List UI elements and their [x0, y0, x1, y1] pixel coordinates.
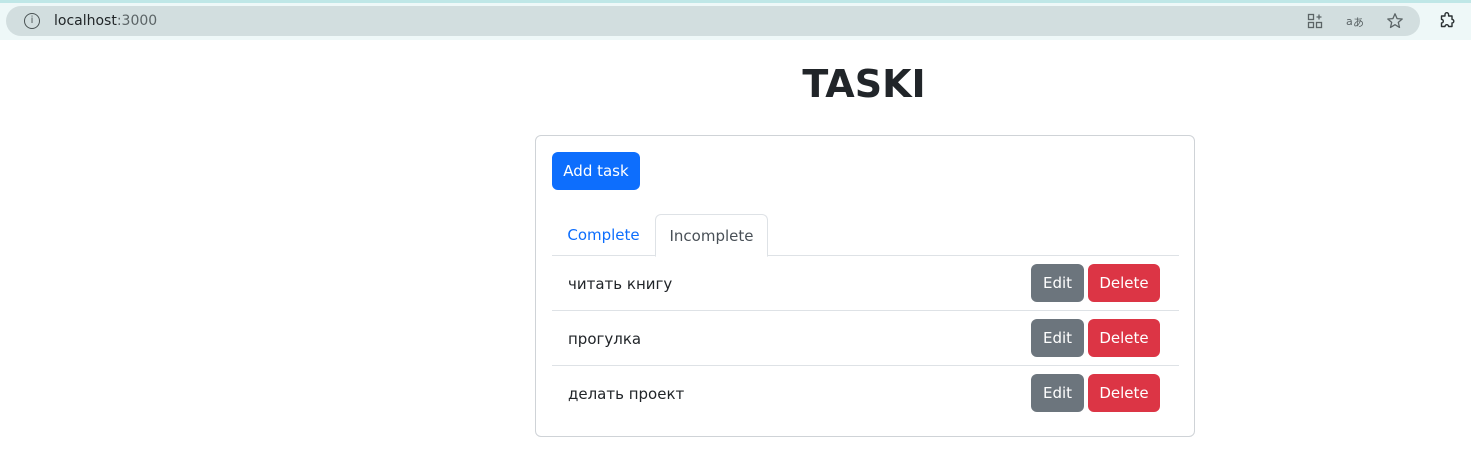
- translate-icon[interactable]: a あ: [1346, 12, 1364, 30]
- task-card: Add task Complete Incomplete читать книг…: [535, 135, 1195, 437]
- url-port: :3000: [116, 13, 158, 29]
- edit-task-button[interactable]: Edit: [1031, 264, 1084, 302]
- delete-task-button[interactable]: Delete: [1088, 264, 1160, 302]
- edit-task-button[interactable]: Edit: [1031, 374, 1084, 412]
- tab-incomplete[interactable]: Incomplete: [655, 214, 768, 257]
- task-row: читать книгу Edit Delete: [552, 256, 1179, 311]
- delete-task-button[interactable]: Delete: [1088, 319, 1160, 357]
- url-host: localhost: [54, 13, 117, 29]
- url-text[interactable]: localhost:3000: [54, 13, 157, 29]
- info-icon[interactable]: i: [24, 13, 40, 29]
- task-tabs: Complete Incomplete: [552, 214, 1179, 257]
- browser-toolbar: i localhost:3000 a あ: [0, 0, 1471, 40]
- page-title: TASKI: [802, 62, 926, 106]
- edit-task-button[interactable]: Edit: [1031, 319, 1084, 357]
- task-row: делать проект Edit Delete: [552, 366, 1179, 421]
- add-task-button[interactable]: Add task: [552, 152, 640, 190]
- extensions-icon[interactable]: [1438, 12, 1456, 30]
- task-row: прогулка Edit Delete: [552, 311, 1179, 366]
- apps-icon[interactable]: [1306, 12, 1324, 30]
- svg-text:a: a: [1346, 15, 1353, 28]
- bookmark-star-icon[interactable]: [1386, 12, 1404, 30]
- task-title: делать проект: [568, 385, 685, 403]
- delete-task-button[interactable]: Delete: [1088, 374, 1160, 412]
- task-title: прогулка: [568, 330, 642, 348]
- address-bar[interactable]: i localhost:3000 a あ: [6, 6, 1420, 36]
- task-title: читать книгу: [568, 275, 673, 293]
- tab-complete[interactable]: Complete: [552, 214, 655, 256]
- svg-text:あ: あ: [1353, 16, 1364, 29]
